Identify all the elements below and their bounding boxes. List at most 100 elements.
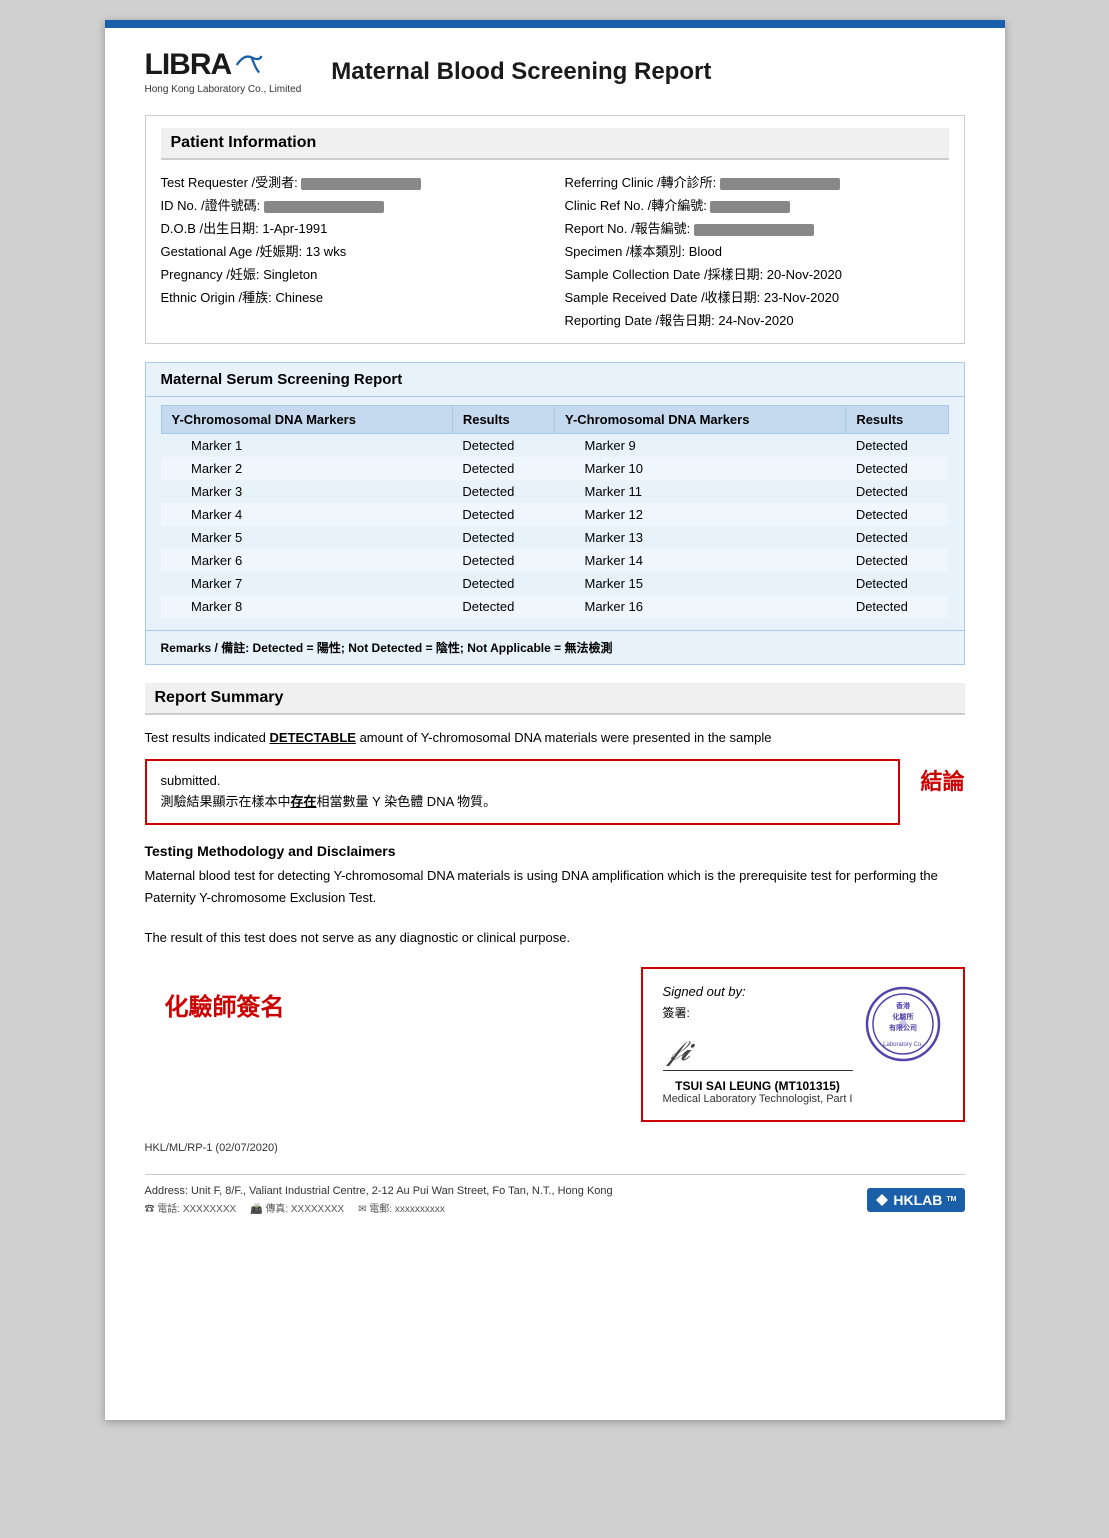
col2-header: Results: [452, 406, 554, 434]
signature-graphic: 𝒻𝓲: [668, 1036, 690, 1068]
info-row-reporting-date: Reporting Date /報告日期: 24-Nov-2020: [565, 308, 949, 331]
marker-result-left: Detected: [452, 549, 554, 572]
signature-section: 化驗師簽名 Signed out by: 簽署: 𝒻𝓲 TSUI SAI LEU…: [145, 967, 965, 1122]
signature-line: 𝒻𝓲: [663, 1031, 853, 1071]
svg-text:Laboratory Co.: Laboratory Co.: [883, 1042, 923, 1048]
marker-name-left: Marker 2: [161, 457, 452, 480]
marker-result-right: Detected: [846, 480, 948, 503]
marker-name-right: Marker 15: [554, 572, 845, 595]
marker-name-left: Marker 6: [161, 549, 452, 572]
signer-name: TSUI SAI LEUNG (MT101315): [663, 1079, 853, 1093]
logo-subtitle: Hong Kong Laboratory Co., Limited: [145, 84, 302, 95]
marker-name-left: Marker 8: [161, 595, 452, 618]
address-line: Address: Unit F, 8/F., Valiant Industria…: [145, 1185, 868, 1197]
marker-result-left: Detected: [452, 572, 554, 595]
chinese-summary: 測驗結果顯示在樣本中存在相當數量 Y 染色體 DNA 物質。: [161, 792, 885, 813]
info-row-ethnic: Ethnic Origin /種族: Chinese: [161, 285, 545, 308]
marker-result-right: Detected: [846, 526, 948, 549]
patient-info-left: Test Requester /受測者: ID No. /證件號碼: D.O.B…: [161, 170, 545, 331]
marker-name-left: Marker 3: [161, 480, 452, 503]
methodology-text2: The result of this test does not serve a…: [145, 927, 965, 949]
stamp: 香港 化驗所 有限公司 Laboratory Co.: [863, 984, 943, 1064]
marker-result-right: Detected: [846, 503, 948, 526]
marker-name-left: Marker 7: [161, 572, 452, 595]
logo: LIBRA: [145, 48, 264, 82]
col1-header: Y-Chromosomal DNA Markers: [161, 406, 452, 434]
summary-header: Report Summary: [145, 683, 965, 715]
marker-name-left: Marker 1: [161, 434, 452, 458]
submitted-text: submitted.: [161, 771, 885, 792]
marker-name-left: Marker 5: [161, 526, 452, 549]
marker-result-left: Detected: [452, 595, 554, 618]
footer-address: Address: Unit F, 8/F., Valiant Industria…: [145, 1174, 965, 1215]
table-row: Marker 4 Detected Marker 12 Detected: [161, 503, 948, 526]
table-row: Marker 5 Detected Marker 13 Detected: [161, 526, 948, 549]
footer-logo: HKLAB TM: [867, 1188, 964, 1212]
screening-section: Maternal Serum Screening Report Y-Chromo…: [145, 362, 965, 665]
info-row-pregnancy: Pregnancy /妊娠: Singleton: [161, 262, 545, 285]
table-row: Marker 2 Detected Marker 10 Detected: [161, 457, 948, 480]
info-row-collection-date: Sample Collection Date /採樣日期: 20-Nov-202…: [565, 262, 949, 285]
screening-table-wrapper: Y-Chromosomal DNA Markers Results Y-Chro…: [146, 405, 964, 630]
summary-box: submitted. 測驗結果顯示在樣本中存在相當數量 Y 染色體 DNA 物質…: [145, 759, 965, 825]
info-row-report-no: Report No. /報告編號:: [565, 216, 949, 239]
marker-result-left: Detected: [452, 457, 554, 480]
conclusion-label: 結論: [920, 759, 964, 796]
marker-name-right: Marker 10: [554, 457, 845, 480]
screening-header: Maternal Serum Screening Report: [146, 363, 964, 397]
submitted-box: submitted. 測驗結果顯示在樣本中存在相當數量 Y 染色體 DNA 物質…: [145, 759, 901, 825]
marker-result-left: Detected: [452, 480, 554, 503]
signer-title: Medical Laboratory Technologist, Part I: [663, 1093, 853, 1105]
methodology-text1: Maternal blood test for detecting Y-chro…: [145, 865, 965, 909]
table-row: Marker 1 Detected Marker 9 Detected: [161, 434, 948, 458]
top-bar: [105, 20, 1005, 28]
marker-result-right: Detected: [846, 549, 948, 572]
table-row: Marker 3 Detected Marker 11 Detected: [161, 480, 948, 503]
marker-name-right: Marker 12: [554, 503, 845, 526]
logo-area: LIBRA Hong Kong Laboratory Co., Limited: [145, 48, 302, 95]
marker-result-left: Detected: [452, 503, 554, 526]
marker-result-right: Detected: [846, 595, 948, 618]
header: LIBRA Hong Kong Laboratory Co., Limited …: [145, 48, 965, 95]
screening-table: Y-Chromosomal DNA Markers Results Y-Chro…: [161, 405, 949, 618]
info-row-clinic: Referring Clinic /轉介診所:: [565, 170, 949, 193]
remarks: Remarks / 備註: Detected = 陽性; Not Detecte…: [146, 630, 964, 664]
summary-text: Test results indicated DETECTABLE amount…: [145, 727, 965, 749]
stamp-icon: 香港 化驗所 有限公司 Laboratory Co.: [863, 984, 943, 1064]
footer-address-text: Address: Unit F, 8/F., Valiant Industria…: [145, 1185, 868, 1215]
detectable-word: DETECTABLE: [270, 730, 356, 745]
report-title: Maternal Blood Screening Report: [331, 58, 711, 86]
footer-doc-number: HKL/ML/RP-1 (02/07/2020): [145, 1142, 965, 1154]
signature-box: Signed out by: 簽署: 𝒻𝓲 TSUI SAI LEUNG (MT…: [641, 967, 965, 1122]
marker-name-right: Marker 13: [554, 526, 845, 549]
marker-result-left: Detected: [452, 434, 554, 458]
marker-name-left: Marker 4: [161, 503, 452, 526]
info-row-gestational: Gestational Age /妊娠期: 13 wks: [161, 239, 545, 262]
logo-wing-icon: [233, 50, 263, 80]
col4-header: Results: [846, 406, 948, 434]
marker-result-left: Detected: [452, 526, 554, 549]
methodology-section: Testing Methodology and Disclaimers Mate…: [145, 843, 965, 949]
marker-name-right: Marker 14: [554, 549, 845, 572]
marker-result-right: Detected: [846, 434, 948, 458]
signed-out-by: Signed out by:: [663, 984, 853, 999]
footer-contact: ☎ 電話: XXXXXXXX 📠 傳真: XXXXXXXX ✉ 電郵: xxxx…: [145, 1200, 868, 1215]
col3-header: Y-Chromosomal DNA Markers: [554, 406, 845, 434]
info-row-dob: D.O.B /出生日期: 1-Apr-1991: [161, 216, 545, 239]
info-row-specimen: Specimen /樣本類別: Blood: [565, 239, 949, 262]
report-summary-section: Report Summary Test results indicated DE…: [145, 683, 965, 825]
document-page: LIBRA Hong Kong Laboratory Co., Limited …: [105, 20, 1005, 1420]
methodology-title: Testing Methodology and Disclaimers: [145, 843, 965, 859]
info-row-requester: Test Requester /受測者:: [161, 170, 545, 193]
table-row: Marker 7 Detected Marker 15 Detected: [161, 572, 948, 595]
marker-name-right: Marker 11: [554, 480, 845, 503]
info-row-id: ID No. /證件號碼:: [161, 193, 545, 216]
patient-info-section: Patient Information Test Requester /受測者:…: [145, 115, 965, 344]
marker-name-right: Marker 16: [554, 595, 845, 618]
diamond-logo-icon: [875, 1193, 889, 1207]
patient-info-right: Referring Clinic /轉介診所: Clinic Ref No. /…: [565, 170, 949, 331]
signed-out-chinese: 簽署:: [663, 1004, 853, 1021]
hklab-text: HKLAB: [893, 1192, 942, 1208]
hklab-logo: HKLAB TM: [867, 1188, 964, 1212]
patient-info-header: Patient Information: [161, 128, 949, 160]
